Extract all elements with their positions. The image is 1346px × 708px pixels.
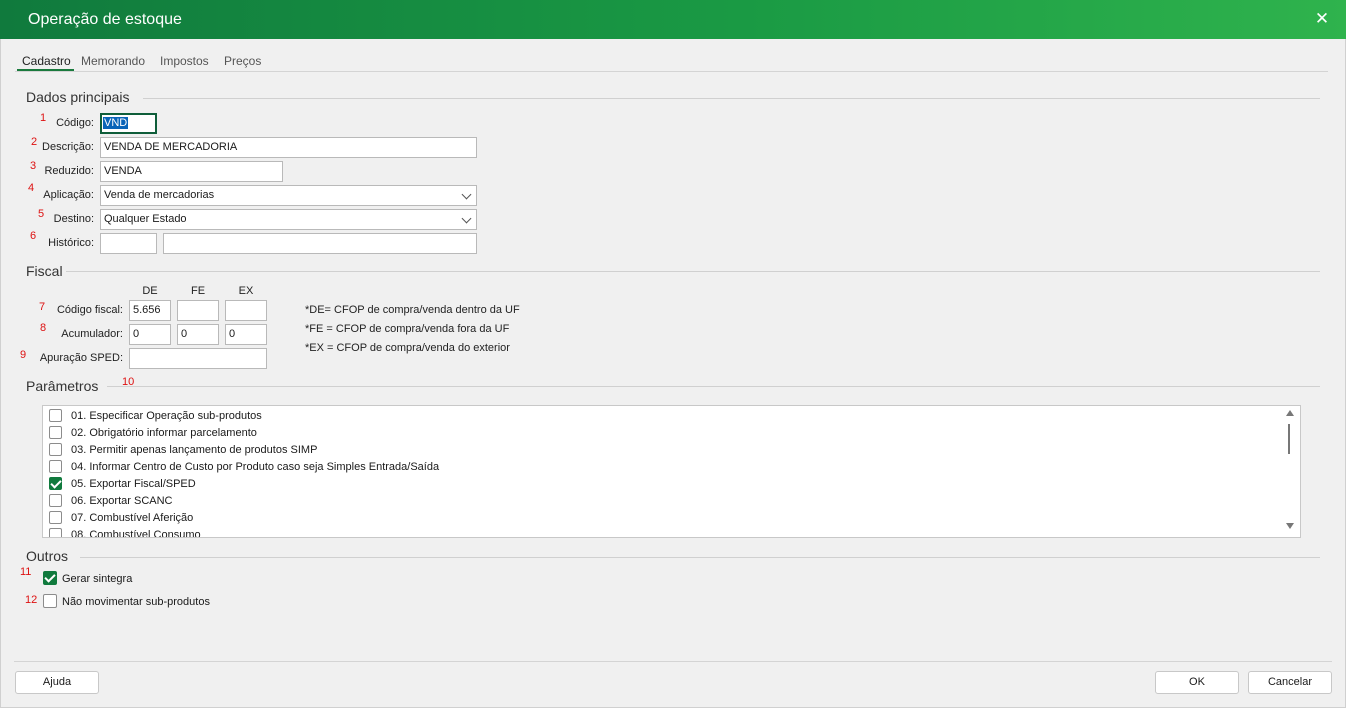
section-divider	[80, 557, 1320, 558]
help-button[interactable]: Ajuda	[15, 671, 99, 694]
checkbox[interactable]	[43, 594, 57, 609]
gerar-sintegra-option[interactable]: Gerar sintegra	[43, 571, 133, 587]
param-item[interactable]: 07. Combustível Aferição	[49, 510, 193, 527]
param-item[interactable]: 05. Exportar Fiscal/SPED	[49, 476, 196, 493]
codigo-fiscal-label: Código fiscal:	[56, 304, 123, 316]
checkbox[interactable]	[49, 425, 62, 439]
tab-divider	[15, 71, 1328, 72]
param-label: 05. Exportar Fiscal/SPED	[71, 478, 196, 490]
section-title-dados-principais: Dados principais	[26, 89, 130, 105]
col-header-fe: FE	[190, 285, 206, 297]
descricao-input[interactable]: VENDA DE MERCADORIA	[100, 137, 477, 158]
historico-text-input[interactable]	[163, 233, 477, 254]
ok-button[interactable]: OK	[1155, 671, 1239, 694]
historico-code-input[interactable]	[100, 233, 157, 254]
acumulador-label: Acumulador:	[61, 328, 123, 340]
checkbox[interactable]	[49, 510, 62, 524]
close-icon[interactable]: ✕	[1313, 9, 1331, 29]
acumulador-ex-input[interactable]: 0	[225, 324, 267, 345]
section-divider	[66, 271, 1320, 272]
marker-11: 11	[20, 566, 32, 578]
acumulador-de-input[interactable]: 0	[129, 324, 171, 345]
section-divider	[143, 98, 1320, 99]
cancel-button[interactable]: Cancelar	[1248, 671, 1332, 694]
gerar-sintegra-label: Gerar sintegra	[62, 573, 133, 585]
note-de: *DE= CFOP de compra/venda dentro da UF	[305, 304, 520, 316]
tab-memorando[interactable]: Memorando	[81, 54, 145, 70]
section-title-outros: Outros	[26, 548, 69, 564]
parametros-list[interactable]: 01. Especificar Operação sub-produtos 02…	[42, 405, 1301, 538]
aplicacao-value: Venda de mercadorias	[104, 189, 215, 201]
reduzido-input[interactable]: VENDA	[100, 161, 283, 182]
destino-value: Qualquer Estado	[104, 213, 187, 225]
checkbox[interactable]	[49, 408, 62, 422]
param-item[interactable]: 04. Informar Centro de Custo por Produto…	[49, 459, 439, 476]
param-item[interactable]: 08. Combustível Consumo	[49, 527, 201, 538]
col-header-ex: EX	[238, 285, 254, 297]
section-divider	[107, 386, 1320, 387]
param-label: 04. Informar Centro de Custo por Produto…	[71, 461, 440, 473]
aplicacao-label: Aplicação:	[43, 189, 94, 201]
acumulador-fe-input[interactable]: 0	[177, 324, 219, 345]
window-title: Operação de estoque	[28, 11, 182, 28]
note-ex: *EX = CFOP de compra/venda do exterior	[305, 342, 510, 354]
param-label: 02. Obrigatório informar parcelamento	[71, 427, 257, 439]
param-label: 03. Permitir apenas lançamento de produt…	[71, 444, 318, 456]
param-label: 06. Exportar SCANC	[71, 495, 173, 507]
nao-movimentar-option[interactable]: Não movimentar sub-produtos	[43, 594, 210, 610]
codigo-fiscal-fe-input[interactable]	[177, 300, 219, 321]
codigo-fiscal-de-input[interactable]: 5.656	[129, 300, 171, 321]
descricao-label: Descrição:	[42, 141, 94, 153]
footer-divider	[14, 661, 1332, 662]
historico-label: Histórico:	[48, 237, 94, 249]
checkbox[interactable]	[49, 527, 62, 537]
checkbox-checked[interactable]	[43, 571, 57, 586]
list-scrollbar[interactable]	[1284, 406, 1298, 536]
param-label: 08. Combustível Consumo	[71, 529, 201, 538]
destino-label: Destino:	[53, 213, 94, 225]
checkbox[interactable]	[49, 442, 62, 456]
reduzido-label: Reduzido:	[44, 165, 94, 177]
col-header-de: DE	[142, 285, 158, 297]
aplicacao-select[interactable]: Venda de mercadorias	[100, 185, 477, 206]
tab-cadastro[interactable]: Cadastro	[22, 54, 71, 70]
param-item[interactable]: 02. Obrigatório informar parcelamento	[49, 425, 257, 442]
apuracao-sped-input[interactable]	[129, 348, 267, 369]
codigo-fiscal-ex-input[interactable]	[225, 300, 267, 321]
param-item[interactable]: 01. Especificar Operação sub-produtos	[49, 408, 262, 425]
param-label: 01. Especificar Operação sub-produtos	[71, 410, 262, 422]
param-item[interactable]: 03. Permitir apenas lançamento de produt…	[49, 442, 317, 459]
section-title-fiscal: Fiscal	[26, 263, 63, 279]
codigo-label: Código:	[56, 117, 94, 129]
section-title-parametros: Parâmetros	[26, 378, 99, 394]
note-fe: *FE = CFOP de compra/venda fora da UF	[305, 323, 510, 335]
marker-12: 12	[25, 594, 38, 606]
scroll-down-icon[interactable]	[1286, 523, 1294, 529]
scroll-thumb[interactable]	[1288, 424, 1290, 454]
tab-precos[interactable]: Preços	[224, 54, 261, 70]
param-label: 07. Combustível Aferição	[71, 512, 194, 524]
title-bar: Operação de estoque ✕	[0, 0, 1346, 39]
chevron-down-icon	[461, 189, 472, 200]
chevron-down-icon	[461, 213, 472, 224]
checkbox[interactable]	[49, 493, 62, 507]
param-item[interactable]: 06. Exportar SCANC	[49, 493, 172, 510]
checkbox[interactable]	[49, 459, 62, 473]
nao-movimentar-label: Não movimentar sub-produtos	[62, 596, 210, 608]
tab-impostos[interactable]: Impostos	[160, 54, 209, 70]
codigo-input[interactable]: VND	[100, 113, 157, 134]
checkbox-checked[interactable]	[49, 476, 62, 490]
apuracao-sped-label: Apuração SPED:	[39, 352, 123, 364]
scroll-up-icon[interactable]	[1286, 410, 1294, 416]
destino-select[interactable]: Qualquer Estado	[100, 209, 477, 230]
